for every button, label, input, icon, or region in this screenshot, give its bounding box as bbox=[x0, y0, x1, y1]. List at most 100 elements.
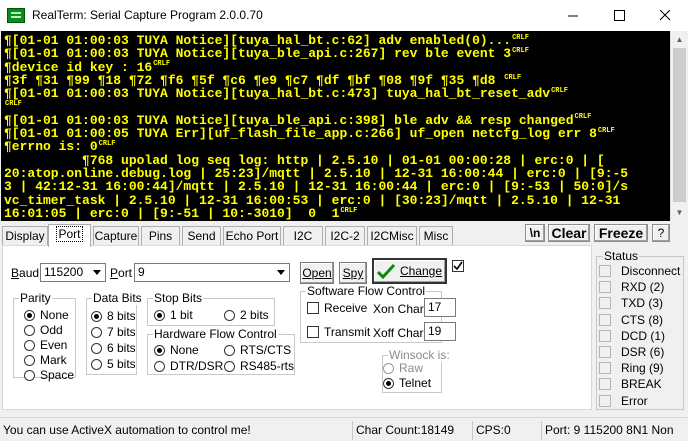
hardware-flow-group: Hardware Flow Control None RTS/CTS DTR/D… bbox=[147, 327, 295, 375]
newline-button[interactable]: \n bbox=[525, 224, 545, 242]
port-label: Port bbox=[110, 266, 133, 280]
status-led bbox=[599, 346, 611, 358]
hw-flow-rts-cts-radio[interactable]: RTS/CTS bbox=[224, 343, 291, 357]
crlf-marker: CRLF bbox=[574, 113, 592, 122]
tab-display[interactable]: Display bbox=[2, 226, 48, 246]
parity-even-radio[interactable]: Even bbox=[24, 338, 67, 352]
parity-none-radio[interactable]: None bbox=[24, 308, 69, 322]
xoff-char-input[interactable]: 19 bbox=[424, 322, 456, 341]
scroll-up-icon[interactable]: ▲ bbox=[671, 31, 688, 48]
tab-port[interactable]: Port bbox=[48, 224, 91, 247]
xon-char-input[interactable]: 17 bbox=[424, 298, 456, 317]
status-label: CTS (8) bbox=[621, 312, 663, 327]
port-panel: Baud 115200 Port 9 Open Spy Change Parit… bbox=[2, 245, 592, 410]
spy-button[interactable]: Spy bbox=[339, 262, 367, 284]
change-button[interactable]: Change bbox=[372, 258, 447, 284]
crlf-marker: CRLF bbox=[512, 46, 529, 55]
data-bits-group: Data Bits 8 bits 7 bits 6 bits 5 bits bbox=[86, 291, 143, 375]
baud-label: Baud bbox=[11, 266, 40, 280]
title-bar: RealTerm: Serial Capture Program 2.0.0.7… bbox=[0, 0, 688, 31]
tab-misc[interactable]: Misc bbox=[419, 226, 453, 246]
transmit-checkbox[interactable]: Transmit bbox=[307, 325, 370, 339]
clear-button[interactable]: Clear bbox=[548, 224, 590, 242]
status-label: Ring (9) bbox=[621, 361, 664, 376]
parity-space-radio[interactable]: Space bbox=[24, 368, 74, 382]
tab-echo-port[interactable]: Echo Port bbox=[223, 226, 281, 246]
status-led bbox=[599, 362, 611, 375]
baud-select[interactable]: 115200 bbox=[40, 263, 106, 282]
crlf-marker: CRLF bbox=[512, 33, 529, 42]
port-select[interactable]: 9 bbox=[134, 263, 290, 282]
tab-send[interactable]: Send bbox=[182, 226, 221, 246]
status-message: You can use ActiveX automation to contro… bbox=[3, 423, 251, 437]
terminal-scrollbar[interactable]: ▲ ▼ bbox=[670, 31, 687, 221]
parity-odd-radio[interactable]: Odd bbox=[24, 323, 63, 337]
crlf-marker: CRLF bbox=[340, 206, 358, 215]
tab-i2cmisc[interactable]: I2CMisc bbox=[367, 226, 417, 246]
status-led bbox=[599, 378, 611, 391]
parity-group: Parity None Odd Even Mark Space bbox=[13, 291, 76, 382]
status-group: Status Disconnect RXD (2) TXD (3) CTS (8) DC… bbox=[596, 249, 684, 410]
crlf-marker: CRLF bbox=[98, 140, 116, 149]
data-bits-5-radio[interactable]: 5 bits bbox=[91, 357, 136, 371]
crlf-marker: CRLF bbox=[504, 73, 522, 82]
stop-bits-1-radio[interactable]: 1 bit bbox=[154, 308, 193, 322]
status-led bbox=[599, 281, 611, 294]
crlf-marker: CRLF bbox=[597, 126, 615, 135]
terminal-line: ¶[01-01 01:00:03 TUYA Notice][tuya_hal_b… bbox=[4, 86, 568, 102]
tab-i2c[interactable]: I2C bbox=[283, 226, 323, 246]
status-label: Disconnect bbox=[621, 264, 681, 278]
terminal-line: 16:01:05 | erc:0 | [9:-51 | 10:-3010] 0 … bbox=[4, 205, 358, 221]
stop-bits-group: Stop Bits 1 bit 2 bits bbox=[147, 291, 275, 326]
minimize-button[interactable] bbox=[550, 0, 596, 31]
winsock-telnet-radio[interactable]: Telnet bbox=[383, 376, 431, 390]
change-auto-checkbox[interactable] bbox=[452, 260, 469, 272]
status-label: Error bbox=[621, 393, 648, 408]
stop-bits-2-radio[interactable]: 2 bits bbox=[224, 308, 269, 322]
data-bits-8-radio[interactable]: 8 bits bbox=[91, 309, 136, 323]
app-icon bbox=[7, 8, 25, 23]
tab-i2c-2[interactable]: I2C-2 bbox=[325, 226, 365, 246]
winsock-group: Winsock is: Raw Telnet bbox=[382, 348, 451, 393]
status-label: DSR (6) bbox=[621, 345, 665, 359]
crlf-marker: CRLF bbox=[153, 60, 171, 69]
close-icon bbox=[659, 10, 670, 21]
receive-checkbox[interactable]: Receive bbox=[307, 301, 367, 315]
status-led bbox=[599, 297, 611, 310]
chevron-down-icon bbox=[89, 264, 105, 281]
help-button[interactable]: ? bbox=[652, 224, 670, 242]
checkmark-icon bbox=[376, 263, 395, 279]
scroll-down-icon[interactable]: ▼ bbox=[671, 204, 688, 221]
parity-mark-radio[interactable]: Mark bbox=[24, 353, 67, 367]
status-led bbox=[599, 313, 611, 326]
status-label: BREAK bbox=[621, 377, 662, 392]
maximize-button[interactable] bbox=[596, 0, 642, 31]
char-count: Char Count:18149 bbox=[352, 421, 470, 440]
freeze-button[interactable]: Freeze bbox=[594, 224, 648, 242]
status-label: RXD (2) bbox=[621, 280, 665, 295]
status-led bbox=[599, 329, 611, 342]
hw-flow-rs485-radio[interactable]: RS485-rts bbox=[224, 359, 294, 373]
xoff-label: Xoff Char: bbox=[373, 326, 427, 340]
crlf-marker: CRLF bbox=[551, 86, 568, 95]
port-info: Port: 9 115200 8N1 Non bbox=[541, 421, 688, 440]
crlf-marker: CRLF bbox=[5, 100, 22, 109]
chevron-down-icon bbox=[273, 264, 289, 281]
scroll-thumb[interactable] bbox=[673, 48, 686, 202]
winsock-raw-radio[interactable]: Raw bbox=[383, 361, 423, 375]
status-label: TXD (3) bbox=[621, 296, 663, 311]
status-led bbox=[599, 265, 611, 277]
minimize-icon bbox=[567, 15, 578, 17]
xon-label: Xon Char: bbox=[373, 302, 428, 316]
tab-pins[interactable]: Pins bbox=[141, 226, 180, 246]
maximize-icon bbox=[613, 10, 625, 21]
open-button[interactable]: Open bbox=[300, 262, 334, 284]
terminal-display[interactable]: ¶[01-01 01:00:03 TUYA Notice][tuya_hal_b… bbox=[1, 31, 670, 221]
status-label: DCD (1) bbox=[621, 328, 665, 343]
data-bits-7-radio[interactable]: 7 bits bbox=[91, 325, 136, 339]
close-button[interactable] bbox=[642, 0, 688, 31]
hw-flow-none-radio[interactable]: None bbox=[154, 343, 199, 357]
tab-capture[interactable]: Capture bbox=[93, 226, 139, 246]
hw-flow-dtr-dsr-radio[interactable]: DTR/DSR bbox=[154, 359, 223, 373]
data-bits-6-radio[interactable]: 6 bits bbox=[91, 341, 136, 355]
